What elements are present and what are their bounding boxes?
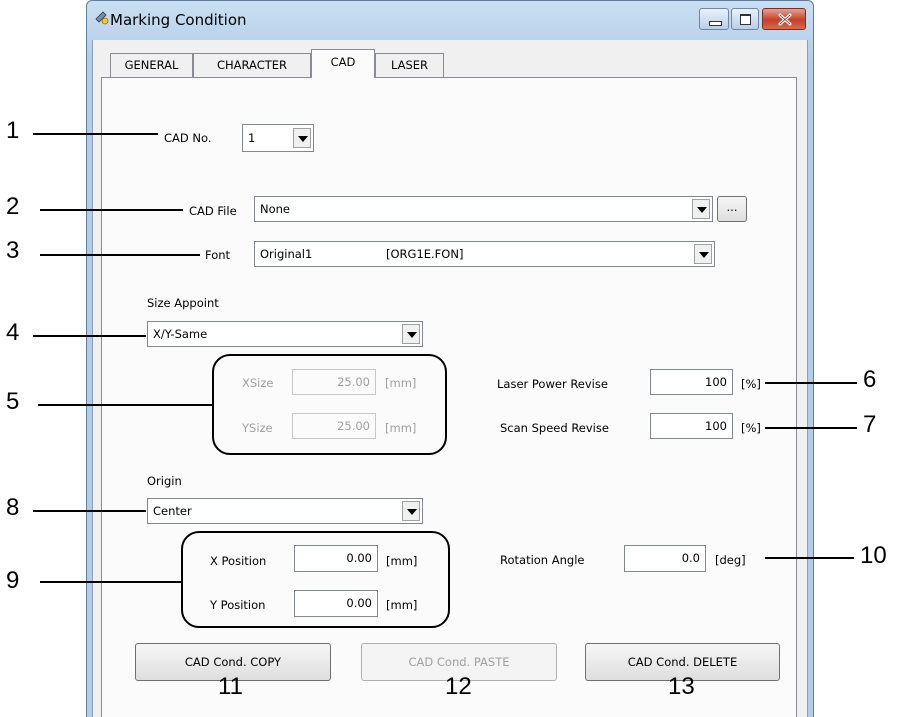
chevron-down-icon[interactable] xyxy=(293,128,311,148)
close-button[interactable] xyxy=(762,8,806,30)
laser-power-unit: [%] xyxy=(741,377,761,391)
font-select[interactable]: Original1 [ORG1E.FON] xyxy=(254,241,715,267)
minimize-icon xyxy=(709,21,722,26)
scan-speed-input[interactable]: 100 xyxy=(650,413,733,439)
laser-power-label: Laser Power Revise xyxy=(497,377,608,391)
callout-group-9 xyxy=(181,531,450,628)
font-label: Font xyxy=(205,248,231,262)
callout-6: 6 xyxy=(863,366,877,393)
size-appoint-label: Size Appoint xyxy=(147,296,219,310)
callout-11: 11 xyxy=(218,673,243,700)
callout-1: 1 xyxy=(6,117,20,144)
callout-group-5 xyxy=(212,354,447,455)
font-name: Original1 xyxy=(260,247,313,261)
callout-9: 9 xyxy=(6,567,20,594)
callout-line-2 xyxy=(40,209,183,211)
callout-line-7 xyxy=(765,427,857,429)
cad-no-select[interactable]: 1 xyxy=(242,124,314,152)
cad-file-value: None xyxy=(260,202,291,216)
rotation-angle-label: Rotation Angle xyxy=(500,553,585,567)
callout-7: 7 xyxy=(863,411,877,438)
callout-line-6 xyxy=(765,382,857,384)
chevron-down-icon[interactable] xyxy=(402,501,420,521)
cad-file-label: CAD File xyxy=(189,204,237,218)
origin-select[interactable]: Center xyxy=(147,498,423,524)
scan-speed-unit: [%] xyxy=(741,421,761,435)
tab-cad[interactable]: CAD xyxy=(311,49,375,78)
callout-line-4 xyxy=(33,335,146,337)
size-appoint-value: X/Y-Same xyxy=(153,327,208,341)
callout-line-5 xyxy=(38,404,213,406)
tab-laser[interactable]: LASER xyxy=(375,53,444,77)
maximize-button[interactable] xyxy=(731,8,759,30)
cad-no-label: CAD No. xyxy=(164,131,212,145)
cad-no-value: 1 xyxy=(248,131,256,145)
callout-8: 8 xyxy=(6,494,20,521)
callout-13: 13 xyxy=(668,673,695,700)
browse-button[interactable]: ... xyxy=(717,196,747,222)
chevron-down-icon[interactable] xyxy=(692,199,710,219)
callout-12: 12 xyxy=(445,673,472,700)
callout-line-1 xyxy=(33,133,158,135)
callout-line-3 xyxy=(40,254,200,256)
maximize-icon xyxy=(740,14,751,25)
callout-5: 5 xyxy=(6,388,20,415)
cad-file-select[interactable]: None xyxy=(254,196,713,222)
origin-label: Origin xyxy=(147,474,182,488)
callout-line-8 xyxy=(33,510,146,512)
app-icon xyxy=(94,10,110,26)
chevron-down-icon[interactable] xyxy=(402,324,420,344)
callout-line-9 xyxy=(40,581,182,583)
scan-speed-label: Scan Speed Revise xyxy=(500,421,609,435)
size-appoint-select[interactable]: X/Y-Same xyxy=(147,321,423,347)
rotation-angle-unit: [deg] xyxy=(715,553,746,567)
laser-power-input[interactable]: 100 xyxy=(650,369,733,395)
callout-10: 10 xyxy=(860,542,887,569)
window-title: Marking Condition xyxy=(110,11,247,29)
callout-4: 4 xyxy=(6,319,20,346)
rotation-angle-input[interactable]: 0.0 xyxy=(624,545,706,572)
callout-line-10 xyxy=(765,557,854,559)
font-file: [ORG1E.FON] xyxy=(386,247,464,261)
close-icon xyxy=(778,13,792,26)
tab-character[interactable]: CHARACTER xyxy=(193,53,311,77)
tab-general[interactable]: GENERAL xyxy=(110,53,193,77)
minimize-button[interactable] xyxy=(699,8,729,30)
chevron-down-icon[interactable] xyxy=(694,244,712,264)
origin-value: Center xyxy=(153,504,192,518)
callout-3: 3 xyxy=(6,237,20,264)
callout-2: 2 xyxy=(6,193,20,220)
